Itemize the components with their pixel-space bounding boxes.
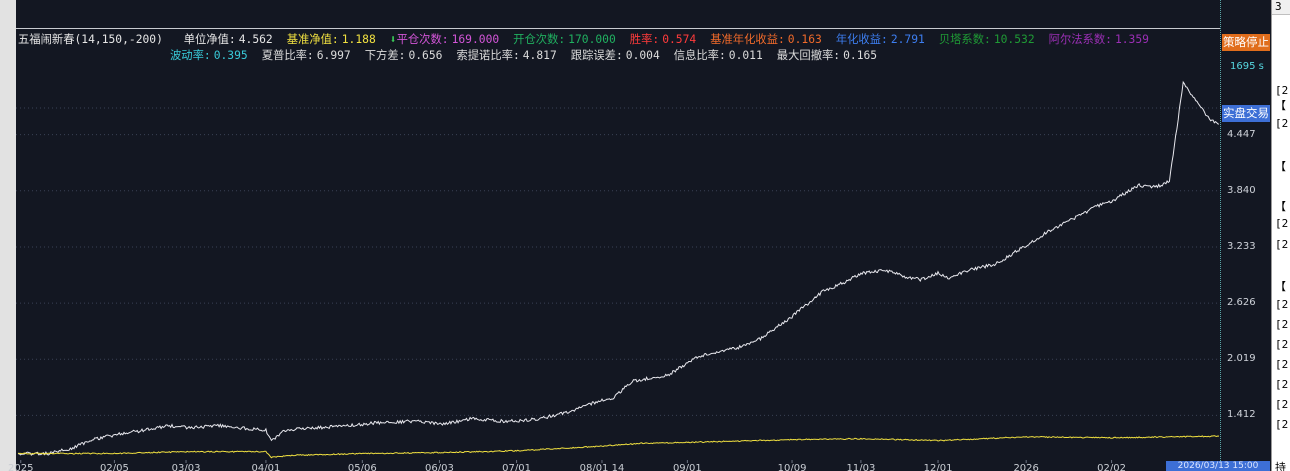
log-entry: 3 xyxy=(1275,0,1282,13)
stat-value: 10.532 xyxy=(993,33,1035,46)
x-tick-label: 08/01 14 xyxy=(580,463,625,471)
log-entry: [2 xyxy=(1275,217,1289,230)
stat-label: 基准年化收益: xyxy=(710,33,785,46)
stat-label: 贝塔系数: xyxy=(938,33,991,46)
stat-value: 0.165 xyxy=(843,49,878,62)
log-entry: [2 xyxy=(1275,238,1289,251)
live-trading-button[interactable]: 实盘交易 xyxy=(1222,105,1270,122)
nav-series-line xyxy=(17,80,1220,456)
log-entry: [2 xyxy=(1275,358,1289,371)
x-tick-label: 02/05 xyxy=(100,463,129,471)
stat-value: 4.562 xyxy=(238,33,273,46)
date-cursor-label: 2026/03/13 15:00 xyxy=(1166,461,1270,471)
log-entry: 【 xyxy=(1275,200,1286,213)
x-tick-label: 10/09 xyxy=(778,463,807,471)
x-tick-label: 02/02 xyxy=(1097,463,1126,471)
stat-label: 胜率: xyxy=(629,33,660,46)
stat1-8: 阿尔法系数: 1.359 xyxy=(1049,33,1149,46)
stat-value: 0.011 xyxy=(728,49,763,62)
log-panel[interactable]: 3 [2 【[2 【【[2 [2 【[2 [2 [2 [2 [2 [2 [2 持 xyxy=(1271,0,1290,471)
axis-separator xyxy=(1220,0,1222,471)
stats-row-2: 波动率: 0.395 夏普比率: 6.997 下方差: 0.656 索提诺比率: 4.817 跟… xyxy=(170,47,891,63)
equity-chart[interactable]: 2025 02/05 03/03 04/01 05/06 06/03 07/01 08/01 … xyxy=(0,0,1221,471)
stat2-0: 波动率: 0.395 xyxy=(170,49,248,62)
stat1-6: 年化收益: 2.791 xyxy=(836,33,925,46)
x-tick-label: 2026 xyxy=(1013,463,1038,471)
y-tick-label: 3.840 xyxy=(1227,184,1256,196)
stat-value: 0.574 xyxy=(662,33,697,46)
stat-value: 169.000 xyxy=(451,33,500,46)
log-entry: [2 xyxy=(1275,117,1289,130)
stat1-0: 单位净值: 4.562 xyxy=(184,33,273,46)
x-tick-label: 11/03 xyxy=(846,463,875,471)
stat-label: 波动率: xyxy=(170,49,211,62)
log-entry: [2 xyxy=(1275,378,1289,391)
strategy-backtest-window: 2025 02/05 03/03 04/01 05/06 06/03 07/01 08/01 … xyxy=(0,0,1290,471)
log-entry: 【 xyxy=(1275,160,1286,173)
x-tick-label: 07/01 xyxy=(502,463,531,471)
stat-value: 0.163 xyxy=(787,33,822,46)
stat1-4: 胜率: 0.574 xyxy=(630,33,696,46)
stat-label: 单位净值: xyxy=(183,33,236,46)
stat1-3: 开仓次数: 170.000 xyxy=(513,33,616,46)
x-tick-label: 03/03 xyxy=(172,463,201,471)
stat-label: 下方差: xyxy=(364,49,406,62)
strategy-stop-button[interactable]: 策略停止 xyxy=(1222,34,1270,51)
stat-label: 平仓次数: xyxy=(396,33,449,46)
x-tick-label: 05/06 xyxy=(348,463,377,471)
stat-value: 0.004 xyxy=(625,49,660,62)
log-entry: 持 xyxy=(1275,461,1286,471)
stat2-4: 跟踪误差: 0.004 xyxy=(571,49,660,62)
down-arrow-icon: ⬇ xyxy=(389,33,397,46)
stat-label: 开仓次数: xyxy=(513,33,566,46)
stat2-2: 下方差: 0.656 xyxy=(365,49,443,62)
stat-label: 年化收益: xyxy=(835,33,888,46)
stat-value: 4.817 xyxy=(522,49,557,62)
x-tick-label: 06/03 xyxy=(425,463,454,471)
stat-value: 6.997 xyxy=(316,49,351,62)
log-entry: [2 xyxy=(1275,298,1289,311)
stat-value: 170.000 xyxy=(568,33,616,46)
log-entry: 【 xyxy=(1275,99,1286,112)
x-tick-label: 09/01 xyxy=(673,463,702,471)
y-tick-label: 3.233 xyxy=(1227,240,1256,252)
y-tick-label: 2.019 xyxy=(1227,353,1256,365)
x-tick-label: 12/01 xyxy=(924,463,953,471)
log-entry: [2 xyxy=(1275,338,1289,351)
stats-row-1: 五福闹新春(14,150,-200) 单位净值: 4.562 基准净值: 1.188 ⬇… xyxy=(18,31,1163,47)
stat1-7: 贝塔系数: 10.532 xyxy=(939,33,1035,46)
log-entry: 【 xyxy=(1275,280,1286,293)
benchmark-series-line xyxy=(17,435,1220,459)
stat2-6: 最大回撤率: 0.165 xyxy=(777,49,877,62)
stat-value: 0.656 xyxy=(408,49,443,62)
stat-label: 基准净值: xyxy=(286,33,339,46)
strategy-name: 五福闹新春(14,150,-200) xyxy=(18,33,163,46)
log-entry: [2 xyxy=(1275,84,1289,97)
stat-label: 跟踪误差: xyxy=(570,49,623,62)
timer-readout: 1695 s xyxy=(1230,61,1264,72)
stat1-1: 基准净值: 1.188 xyxy=(287,33,376,46)
stat-label: 阿尔法系数: xyxy=(1048,33,1112,46)
log-entry: [2 xyxy=(1275,418,1289,431)
stat-label: 索提诺比率: xyxy=(456,49,520,62)
stat-label: 最大回撤率: xyxy=(776,49,841,62)
y-tick-label: 2.626 xyxy=(1227,297,1256,309)
stat-value: 0.395 xyxy=(213,49,248,62)
stat2-3: 索提诺比率: 4.817 xyxy=(456,49,556,62)
stat1-5: 基准年化收益: 0.163 xyxy=(710,33,822,46)
stat2-1: 夏普比率: 6.997 xyxy=(262,49,351,62)
x-tick-label: 04/01 xyxy=(251,463,280,471)
stat-value: 2.791 xyxy=(890,33,925,46)
stat1-2: ⬇平仓次数: 169.000 xyxy=(390,33,499,46)
stat-label: 信息比率: xyxy=(673,49,726,62)
log-entry: [2 xyxy=(1275,318,1289,331)
stat-value: 1.188 xyxy=(341,33,376,46)
y-tick-label: 4.447 xyxy=(1227,128,1256,140)
y-tick-label: 1.412 xyxy=(1227,409,1256,421)
x-tick-label: 2025 xyxy=(8,463,33,471)
stat-label: 夏普比率: xyxy=(261,49,314,62)
stat-value: 1.359 xyxy=(1114,33,1149,46)
log-entry: [2 xyxy=(1275,398,1289,411)
stat2-5: 信息比率: 0.011 xyxy=(674,49,763,62)
